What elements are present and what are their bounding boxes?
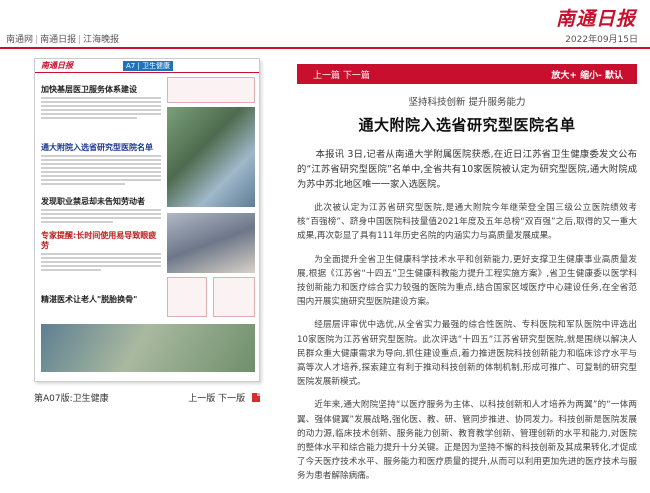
link-nantong-net[interactable]: 南通网: [6, 35, 33, 45]
zoom-out-button[interactable]: 缩小-: [580, 71, 602, 81]
thumbnail-logo: 南通日报: [41, 61, 73, 70]
thumbnail-left-column: 加快基层医卫服务体系建设 通大附院入选省研究型医院名单 发现职业禁忌却未告知劳动…: [41, 77, 161, 305]
next-article-link[interactable]: 下一篇: [343, 71, 370, 81]
pdf-icon[interactable]: [252, 393, 260, 402]
page-nav: 上一版 下一版: [188, 391, 260, 404]
thumbnail-header: 南通日报 A7 | 卫生健康: [35, 59, 259, 73]
page-name: 第A07版:卫生健康: [34, 394, 109, 404]
top-nav: 南通网 | 南通日报 | 江海晚报 2022年09月15日: [0, 28, 650, 48]
thumbnail-box-3: [213, 277, 255, 317]
thumbnail-photo-3: [41, 324, 255, 372]
thumbnail-box-2: [167, 277, 207, 317]
prev-article-link[interactable]: 上一篇: [313, 71, 340, 81]
thumbnail-headline-5[interactable]: 精湛医术让老人"脱胎换骨": [41, 295, 161, 305]
article-paragraph-5: 近年来,通大附院坚持“以医疗服务为主体、以科技创新和人才培养为两翼”的“一体两翼…: [297, 400, 637, 482]
prev-page-link[interactable]: 上一版: [188, 394, 215, 404]
article-nav: 上一篇 下一篇: [313, 68, 370, 81]
thumbnail-headline-4[interactable]: 专家提醒:长时间使用易导致眼疲劳: [41, 231, 161, 251]
article-paragraph-4: 经层层评审优中选优,从全省实力最强的综合性医院、专科医院和军队医院中评选出10家…: [297, 320, 637, 388]
article-paragraph-3: 为全面提升全省卫生健康科学技术水平和创新能力,更好支撑卫生健康事业高质量发展,根…: [297, 254, 637, 308]
article-paragraph-1: 本报讯 3日,记者从南通大学附属医院获悉,在近日江苏省卫生健康委发文公布的“江苏…: [297, 149, 637, 190]
page-thumbnail[interactable]: 南通日报 A7 | 卫生健康 加快基层医卫服务体系建设 通大附院入选省研究型医院…: [34, 58, 260, 382]
zoom-in-button[interactable]: 放大+: [551, 71, 577, 81]
thumbnail-section-tag: A7 | 卫生健康: [123, 61, 174, 71]
thumbnail-photo-2: [167, 213, 255, 273]
page-info-bar: 第A07版:卫生健康 上一版 下一版: [34, 390, 260, 404]
link-jianghai-evening[interactable]: 江海晚报: [83, 35, 119, 45]
article-paragraph-2: 此次被认定为江苏省研究型医院,是通大附院今年继荣登全国三级公立医院绩效考核“百强…: [297, 203, 637, 242]
thumbnail-headline-3[interactable]: 发现职业禁忌却未告知劳动者: [41, 197, 161, 207]
zoom-default-button[interactable]: 默认: [605, 71, 623, 81]
article-title: 通大附院入选省研究型医院名单: [358, 116, 576, 134]
link-nantong-daily[interactable]: 南通日报: [40, 35, 76, 45]
header-divider: [0, 47, 650, 49]
article-pretitle: 坚持科技创新 提升服务能力: [408, 97, 526, 108]
thumbnail-box-1: [167, 77, 255, 103]
newspaper-logo[interactable]: 南通日报: [556, 4, 636, 31]
article-toolbar: 上一篇 下一篇 放大+ 缩小- 默认: [297, 64, 637, 84]
zoom-controls: 放大+ 缩小- 默认: [551, 68, 623, 81]
article-body: 坚持科技创新 提升服务能力 通大附院入选省研究型医院名单 本报讯 3日,记者从南…: [297, 94, 637, 484]
thumbnail-headline-1[interactable]: 加快基层医卫服务体系建设: [41, 85, 161, 95]
thumbnail-headline-2[interactable]: 通大附院入选省研究型医院名单: [41, 143, 161, 153]
thumbnail-photo-1: [167, 107, 255, 207]
next-page-link[interactable]: 下一版: [218, 394, 245, 404]
issue-date: 2022年09月15日: [565, 35, 638, 45]
site-header: 南通日报 南通网 | 南通日报 | 江海晚报 2022年09月15日: [0, 0, 650, 49]
site-links: 南通网 | 南通日报 | 江海晚报: [6, 35, 120, 45]
